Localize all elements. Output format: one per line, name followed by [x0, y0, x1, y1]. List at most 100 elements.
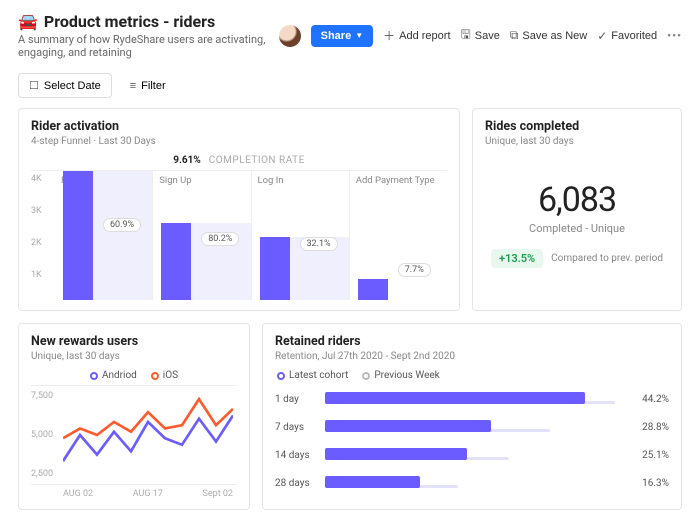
check-icon: ✓	[597, 29, 607, 43]
completion-label: COMPLETION RATE	[209, 155, 305, 166]
line-series-ios	[63, 399, 233, 438]
retention-subtitle: Retention, Jul 27th 2020 - Sept 2nd 2020	[275, 351, 669, 362]
save-as-new-button[interactable]: ⧉ Save as New	[510, 28, 587, 43]
funnel-bar	[358, 279, 388, 300]
retention-row: 14 days 25.1%	[275, 441, 669, 469]
rewards-title: New rewards users	[31, 334, 237, 349]
funnel-bar	[161, 223, 191, 300]
legend-label: Latest cohort	[289, 370, 348, 381]
kpi-subtitle: Unique, last 30 days	[485, 136, 669, 147]
retention-legend: Latest cohort Previous Week	[277, 370, 669, 381]
funnel-card: Rider activation 4-step Funnel · Last 30…	[18, 108, 460, 311]
funnel-step: Log In 32.1%	[251, 171, 349, 300]
legend-item[interactable]: Previous Week	[362, 370, 439, 381]
kpi-body: 6,083 Completed - Unique +13.5% Compared…	[485, 147, 669, 300]
kpi-value: 6,083	[538, 180, 616, 220]
drop-bubble: 7.7%	[398, 263, 431, 277]
funnel-subtitle: 4-step Funnel · Last 30 Days	[31, 136, 447, 147]
calendar-icon: ☐	[29, 79, 39, 92]
ytick: 4K	[31, 174, 42, 184]
retention-row: 7 days 28.8%	[275, 413, 669, 441]
filter-button[interactable]: ≡ Filter	[120, 73, 176, 98]
funnel-bar	[260, 237, 290, 300]
ret-label: 28 days	[275, 478, 317, 489]
ytick: 3K	[31, 206, 42, 216]
ret-label: 1 day	[275, 394, 317, 405]
ret-label: 7 days	[275, 422, 317, 433]
rewards-card: New rewards users Unique, last 30 days A…	[18, 323, 250, 510]
select-date-button[interactable]: ☐ Select Date	[18, 73, 112, 98]
retention-row: 28 days 16.3%	[275, 469, 669, 497]
save-button[interactable]: 🖫 Save	[461, 25, 500, 46]
legend-label: Andriod	[102, 370, 137, 381]
ytick: 2K	[31, 238, 42, 248]
ret-label: 14 days	[275, 450, 317, 461]
title-block: 🚘 Product metrics - riders A summary of …	[18, 12, 269, 59]
avatar[interactable]	[279, 25, 301, 47]
kpi-delta: +13.5%	[491, 249, 543, 268]
legend-item[interactable]: Andriod	[90, 370, 137, 381]
ret-pct: 28.8%	[629, 422, 669, 433]
xtick: Sept 02	[203, 489, 233, 499]
legend-label: Previous Week	[374, 370, 439, 381]
kpi-title: Rides completed	[485, 119, 669, 134]
ret-bar	[325, 448, 467, 460]
controls-bar: ☐ Select Date ≡ Filter	[18, 73, 682, 98]
filter-label: Filter	[141, 80, 165, 92]
retention-card: Retained riders Retention, Jul 27th 2020…	[262, 323, 682, 510]
filter-icon: ≡	[130, 80, 136, 92]
ret-bar-wrap	[325, 448, 621, 462]
line-chart: 7,500 5,000 2,500	[31, 385, 237, 485]
kpi-label: Completed - Unique	[529, 222, 625, 235]
ret-bar-wrap	[325, 476, 621, 490]
legend-dot-icon	[362, 372, 370, 380]
share-button[interactable]: Share ▼	[311, 25, 374, 47]
drop-bubble: 80.2%	[201, 232, 239, 246]
legend-item[interactable]: Latest cohort	[277, 370, 348, 381]
retention-rows: 1 day 44.2% 7 days 28.8% 14 days	[275, 385, 669, 497]
ytick: 2,500	[31, 469, 53, 479]
line-x-axis: AUG 02 AUG 17 Sept 02	[63, 489, 233, 499]
row-2: New rewards users Unique, last 30 days A…	[18, 323, 682, 510]
favorited-label: Favorited	[611, 30, 657, 42]
legend-dot-icon	[151, 372, 159, 380]
add-report-label: Add report	[399, 30, 450, 42]
drop-bubble: 32.1%	[300, 237, 338, 251]
add-report-button[interactable]: ＋ Add report	[383, 27, 450, 44]
drop-bubble: 60.9%	[103, 218, 141, 232]
funnel-title: Rider activation	[31, 119, 447, 134]
funnel-step: Add Payment Type 7.7%	[349, 171, 447, 300]
ret-pct: 16.3%	[629, 478, 669, 489]
xtick: AUG 02	[63, 489, 93, 499]
chevron-down-icon: ▼	[355, 31, 363, 40]
row-1: Rider activation 4-step Funnel · Last 30…	[18, 108, 682, 311]
funnel-bar	[63, 171, 93, 300]
step-label: Log In	[258, 175, 284, 186]
kpi-card: Rides completed Unique, last 30 days 6,0…	[472, 108, 682, 311]
legend-label: iOS	[163, 370, 178, 381]
legend-dot-icon	[90, 372, 98, 380]
funnel-y-axis: 4K 3K 2K 1K	[31, 171, 51, 300]
funnel-plot: First App Open 60.9% Sign Up 80.2% Log I…	[55, 171, 447, 300]
kpi-foot: +13.5% Compared to prev. period	[491, 249, 663, 268]
plus-icon: ＋	[383, 27, 395, 44]
line-series-android	[63, 415, 233, 461]
ret-bar-wrap	[325, 392, 621, 406]
retention-row: 1 day 44.2%	[275, 385, 669, 413]
favorited-button[interactable]: ✓ Favorited	[597, 29, 657, 43]
page-title: 🚘 Product metrics - riders	[18, 12, 269, 31]
ret-pct: 25.1%	[629, 450, 669, 461]
retention-title: Retained riders	[275, 334, 669, 349]
car-emoji-icon: 🚘	[18, 12, 38, 31]
share-label: Share	[321, 30, 352, 42]
funnel-step: First App Open 60.9%	[55, 171, 152, 300]
more-menu-button[interactable]: •••	[667, 29, 682, 42]
step-label: Add Payment Type	[356, 175, 435, 186]
funnel-step: Sign Up 80.2%	[152, 171, 250, 300]
xtick: AUG 17	[133, 489, 163, 499]
legend-item[interactable]: iOS	[151, 370, 178, 381]
ytick: 5,000	[31, 430, 53, 440]
ret-bar	[325, 420, 491, 432]
completion-pct: 9.61%	[173, 155, 201, 166]
save-as-new-label: Save as New	[522, 30, 587, 42]
